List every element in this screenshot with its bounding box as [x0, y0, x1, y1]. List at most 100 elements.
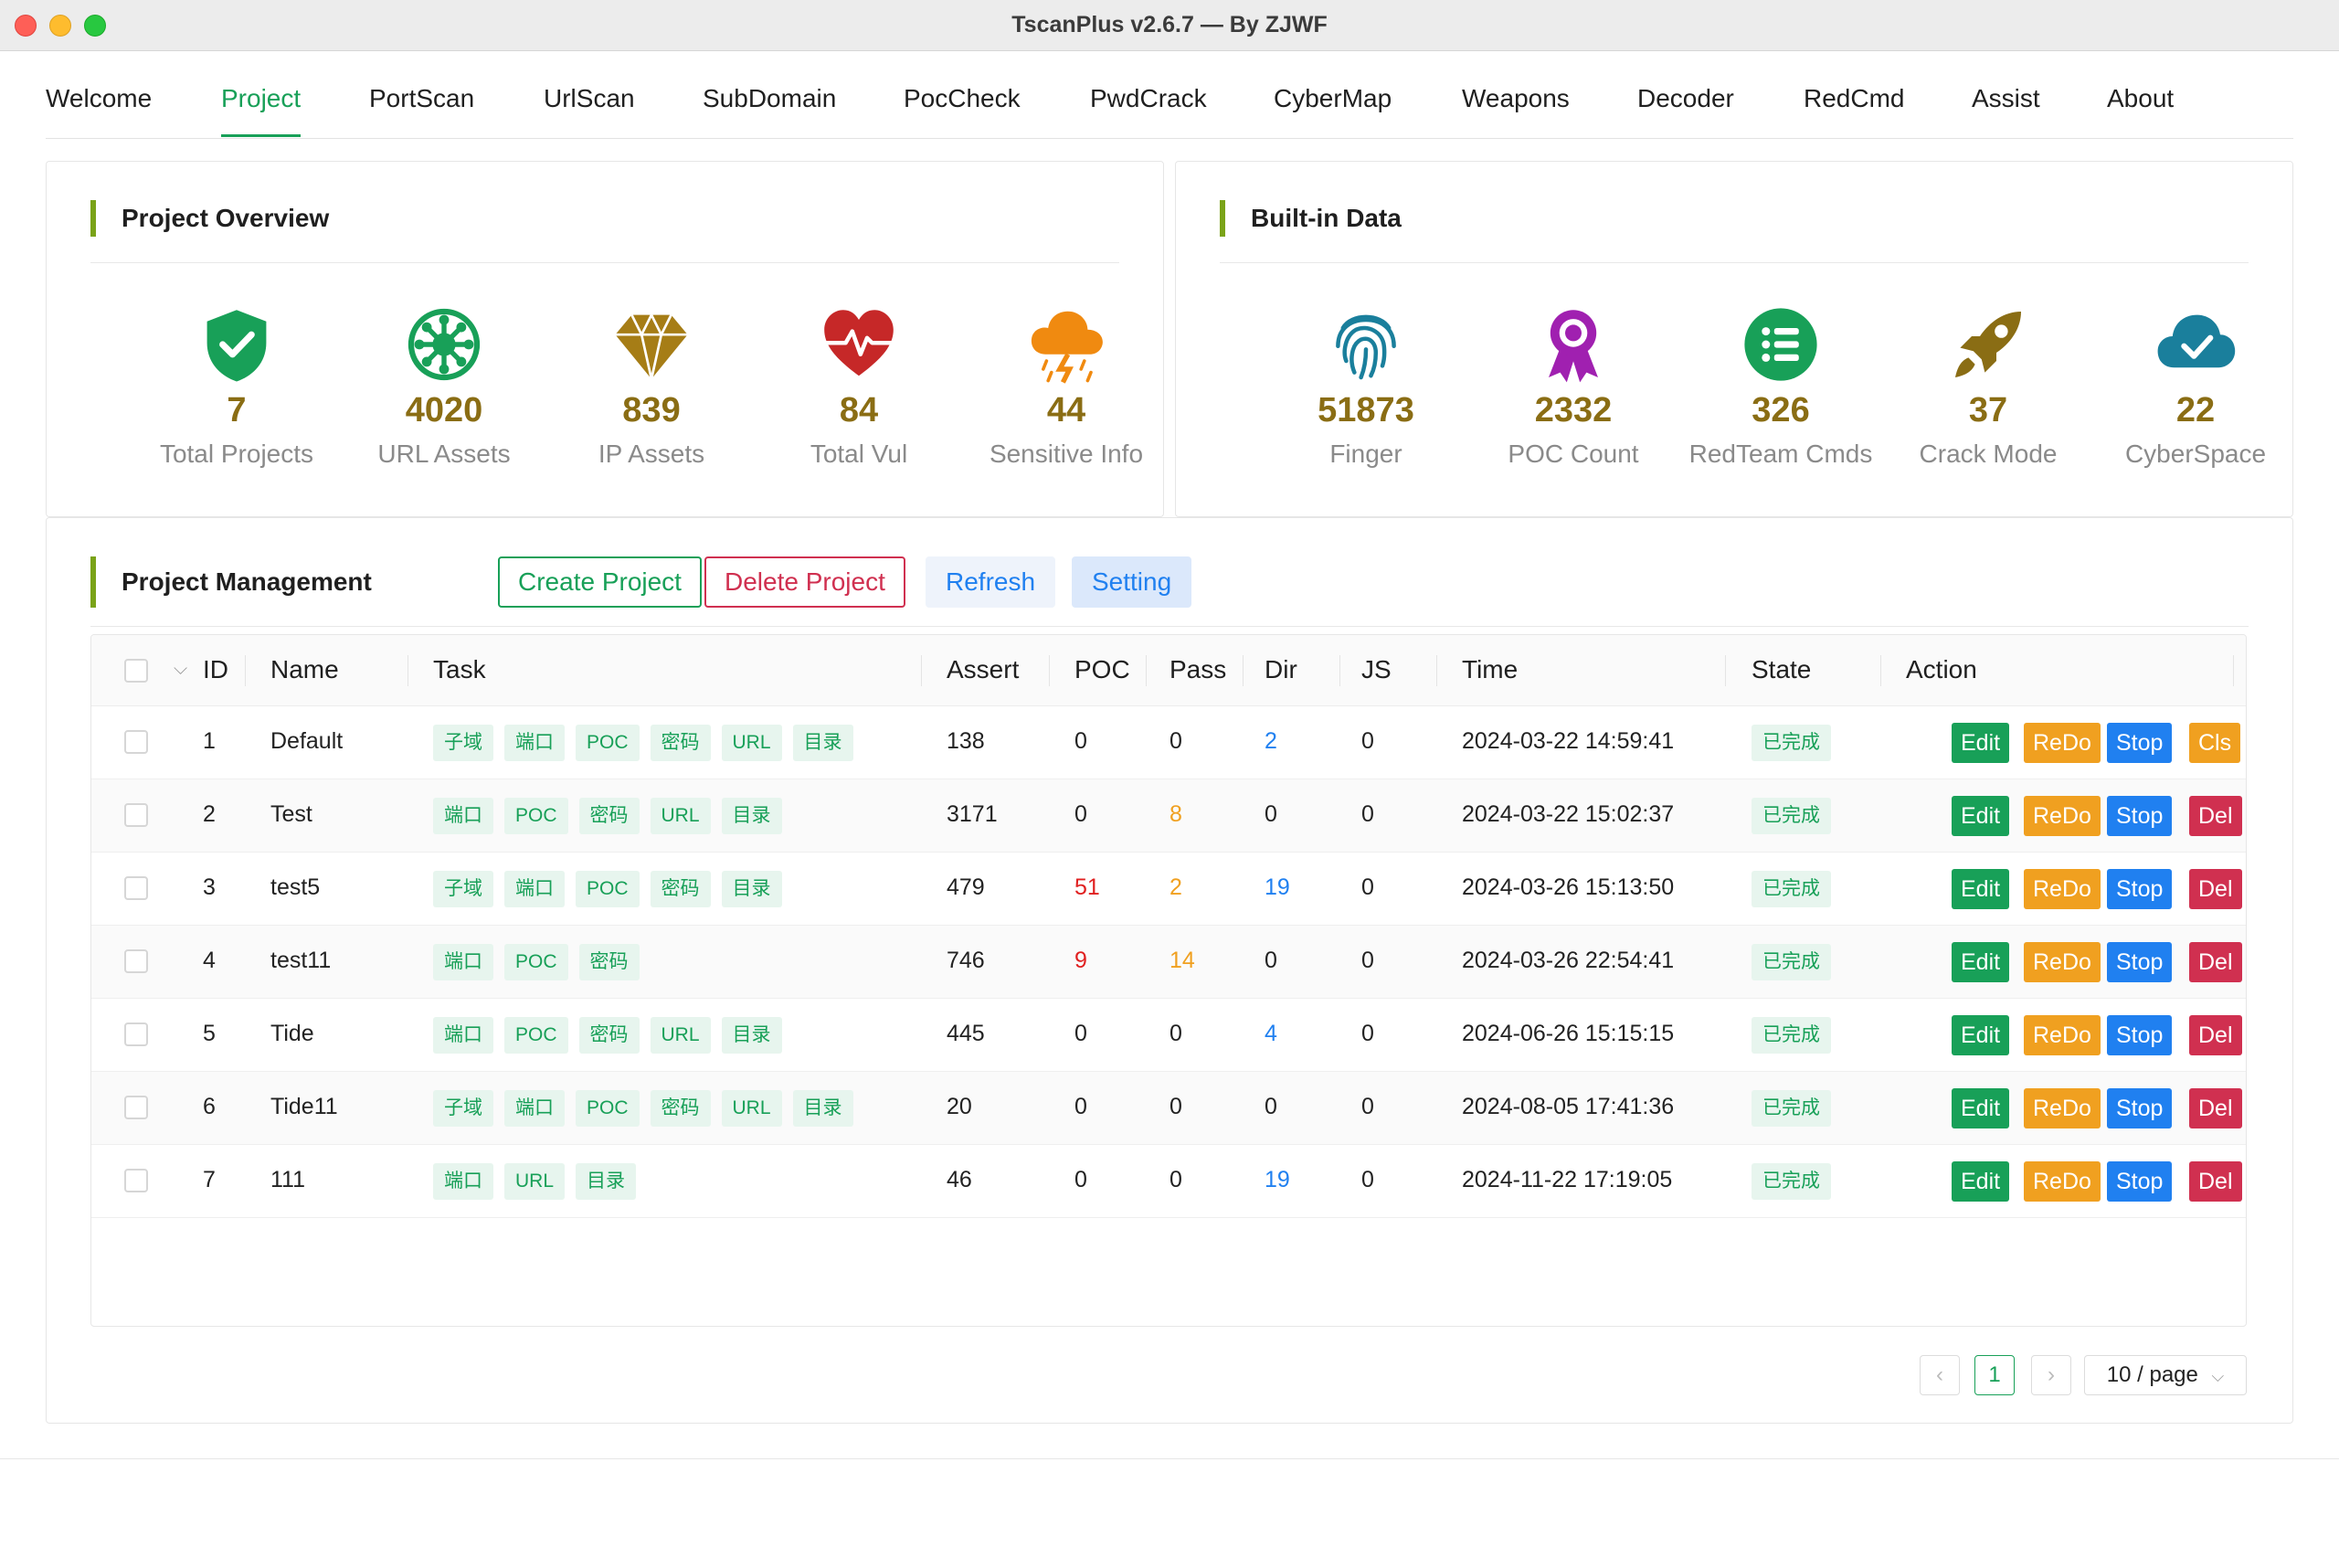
- cell-pass[interactable]: 8: [1170, 801, 1182, 828]
- stop-button[interactable]: Stop: [2107, 1161, 2173, 1202]
- cell-pass[interactable]: 2: [1170, 874, 1182, 901]
- cell-dir[interactable]: 19: [1265, 1167, 1290, 1193]
- table-row[interactable]: 5 Tide 端口 POC 密码 URL 目录 445 0 0 4 0 2024-06-…: [91, 999, 2246, 1072]
- table-row[interactable]: 4 test11 端口 POC 密码 746 9 14 0 0 2024-03-26…: [91, 926, 2246, 999]
- setting-button[interactable]: Setting: [1072, 556, 1192, 608]
- stop-button[interactable]: Stop: [2107, 1088, 2173, 1128]
- delete-button[interactable]: Del: [2189, 796, 2242, 836]
- edit-button[interactable]: Edit: [1952, 1088, 2010, 1128]
- delete-button[interactable]: Del: [2189, 1015, 2242, 1055]
- tab-welcome[interactable]: Welcome: [46, 84, 152, 137]
- redo-button[interactable]: ReDo: [2024, 869, 2101, 909]
- col-action[interactable]: Action: [1906, 655, 1977, 684]
- table-row[interactable]: 2 Test 端口 POC 密码 URL 目录 3171 0 8 0 0 2024-03…: [91, 779, 2246, 853]
- col-name[interactable]: Name: [270, 655, 339, 684]
- cls-button[interactable]: Cls: [2189, 723, 2241, 763]
- cell-name: Default: [270, 728, 344, 754]
- row-checkbox[interactable]: [124, 803, 148, 827]
- tab-project[interactable]: Project: [221, 84, 302, 137]
- page-size-select[interactable]: 10 / page ⌵: [2084, 1355, 2247, 1395]
- tab-portscan[interactable]: PortScan: [369, 84, 474, 137]
- cell-dir[interactable]: 19: [1265, 874, 1290, 901]
- delete-button[interactable]: Del: [2189, 869, 2242, 909]
- edit-button[interactable]: Edit: [1952, 942, 2010, 982]
- redo-button[interactable]: ReDo: [2024, 1015, 2101, 1055]
- col-dir[interactable]: Dir: [1265, 655, 1297, 684]
- cell-poc[interactable]: 51: [1074, 874, 1100, 901]
- delete-button[interactable]: Del: [2189, 1161, 2242, 1202]
- prev-page-button[interactable]: ‹: [1920, 1355, 1960, 1395]
- edit-button[interactable]: Edit: [1952, 723, 2010, 763]
- tab-pwdcrack[interactable]: PwdCrack: [1090, 84, 1207, 137]
- row-checkbox[interactable]: [124, 730, 148, 754]
- cell-assert: 445: [947, 1021, 985, 1046]
- stop-button[interactable]: Stop: [2107, 796, 2173, 836]
- row-checkbox[interactable]: [124, 949, 148, 973]
- task-tag: POC: [504, 1017, 568, 1054]
- delete-button[interactable]: Del: [2189, 1088, 2242, 1128]
- cell-pass: 0: [1170, 1094, 1182, 1119]
- col-id[interactable]: ID: [203, 655, 228, 684]
- refresh-button[interactable]: Refresh: [926, 556, 1056, 608]
- tab-poccheck[interactable]: PocCheck: [904, 84, 1021, 137]
- row-checkbox[interactable]: [124, 1096, 148, 1119]
- tab-assist[interactable]: Assist: [1972, 84, 2040, 137]
- stop-button[interactable]: Stop: [2107, 723, 2173, 763]
- task-tags: 端口 URL 目录: [433, 1163, 647, 1200]
- col-task[interactable]: Task: [433, 655, 486, 684]
- col-poc[interactable]: POC: [1074, 655, 1130, 684]
- row-checkbox[interactable]: [124, 1022, 148, 1046]
- tab-cybermap[interactable]: CyberMap: [1274, 84, 1392, 137]
- tab-decoder[interactable]: Decoder: [1637, 84, 1734, 137]
- tab-weapons[interactable]: Weapons: [1462, 84, 1570, 137]
- table-header: ⌵ ID Name Task Assert POC Pass Dir JS Ti…: [91, 635, 2246, 706]
- stat-value: 84: [839, 391, 879, 429]
- sort-chevron-icon[interactable]: ⌵: [174, 659, 187, 680]
- next-page-button[interactable]: ›: [2031, 1355, 2071, 1395]
- task-tag: 目录: [576, 1163, 637, 1200]
- edit-button[interactable]: Edit: [1952, 1015, 2010, 1055]
- col-time[interactable]: Time: [1462, 655, 1518, 684]
- redo-button[interactable]: ReDo: [2024, 723, 2101, 763]
- col-js[interactable]: JS: [1361, 655, 1392, 684]
- col-pass[interactable]: Pass: [1170, 655, 1226, 684]
- stat-value: 326: [1752, 391, 1810, 429]
- stop-button[interactable]: Stop: [2107, 1015, 2173, 1055]
- redo-button[interactable]: ReDo: [2024, 1161, 2101, 1202]
- select-all-checkbox[interactable]: [124, 659, 148, 683]
- cell-dir[interactable]: 2: [1265, 728, 1277, 755]
- page-number-button[interactable]: 1: [1974, 1355, 2015, 1395]
- delete-button[interactable]: Del: [2189, 942, 2242, 982]
- cell-time: 2024-03-26 15:13:50: [1462, 874, 1675, 900]
- edit-button[interactable]: Edit: [1952, 796, 2010, 836]
- redo-button[interactable]: ReDo: [2024, 942, 2101, 982]
- tab-about[interactable]: About: [2107, 84, 2174, 137]
- cell-dir[interactable]: 4: [1265, 1021, 1277, 1047]
- edit-button[interactable]: Edit: [1952, 869, 2010, 909]
- task-tag: URL: [650, 1017, 711, 1054]
- tab-subdomain[interactable]: SubDomain: [703, 84, 836, 137]
- redo-button[interactable]: ReDo: [2024, 796, 2101, 836]
- edit-button[interactable]: Edit: [1952, 1161, 2010, 1202]
- row-checkbox[interactable]: [124, 876, 148, 900]
- task-tags: 子域 端口 POC 密码 目录: [433, 871, 793, 907]
- stop-button[interactable]: Stop: [2107, 942, 2173, 982]
- col-state[interactable]: State: [1752, 655, 1811, 684]
- tab-urlscan[interactable]: UrlScan: [544, 84, 635, 137]
- cell-poc[interactable]: 9: [1074, 948, 1087, 974]
- task-tag: 密码: [578, 798, 640, 834]
- table-row[interactable]: 6 Tide11 子域 端口 POC 密码 URL 目录 20 0 0 0 0 2024-…: [91, 1072, 2246, 1145]
- create-project-button[interactable]: Create Project: [498, 556, 702, 608]
- stop-button[interactable]: Stop: [2107, 869, 2173, 909]
- table-row[interactable]: 3 test5 子域 端口 POC 密码 目录 479 51 2 19 0 2024-0…: [91, 853, 2246, 926]
- col-assert[interactable]: Assert: [947, 655, 1019, 684]
- tab-redcmd[interactable]: RedCmd: [1804, 84, 1904, 137]
- redo-button[interactable]: ReDo: [2024, 1088, 2101, 1128]
- heartbeat-icon: [818, 303, 900, 386]
- row-checkbox[interactable]: [124, 1169, 148, 1192]
- delete-project-button[interactable]: Delete Project: [704, 556, 905, 608]
- cell-pass[interactable]: 14: [1170, 948, 1195, 974]
- table-row[interactable]: 7 111 端口 URL 目录 46 0 0 19 0 2024-11-22 17:…: [91, 1145, 2246, 1218]
- table-row[interactable]: 1 Default 子域 端口 POC 密码 URL 目录 138 0 0 2 0 202…: [91, 706, 2246, 779]
- task-tag: 端口: [504, 1090, 565, 1127]
